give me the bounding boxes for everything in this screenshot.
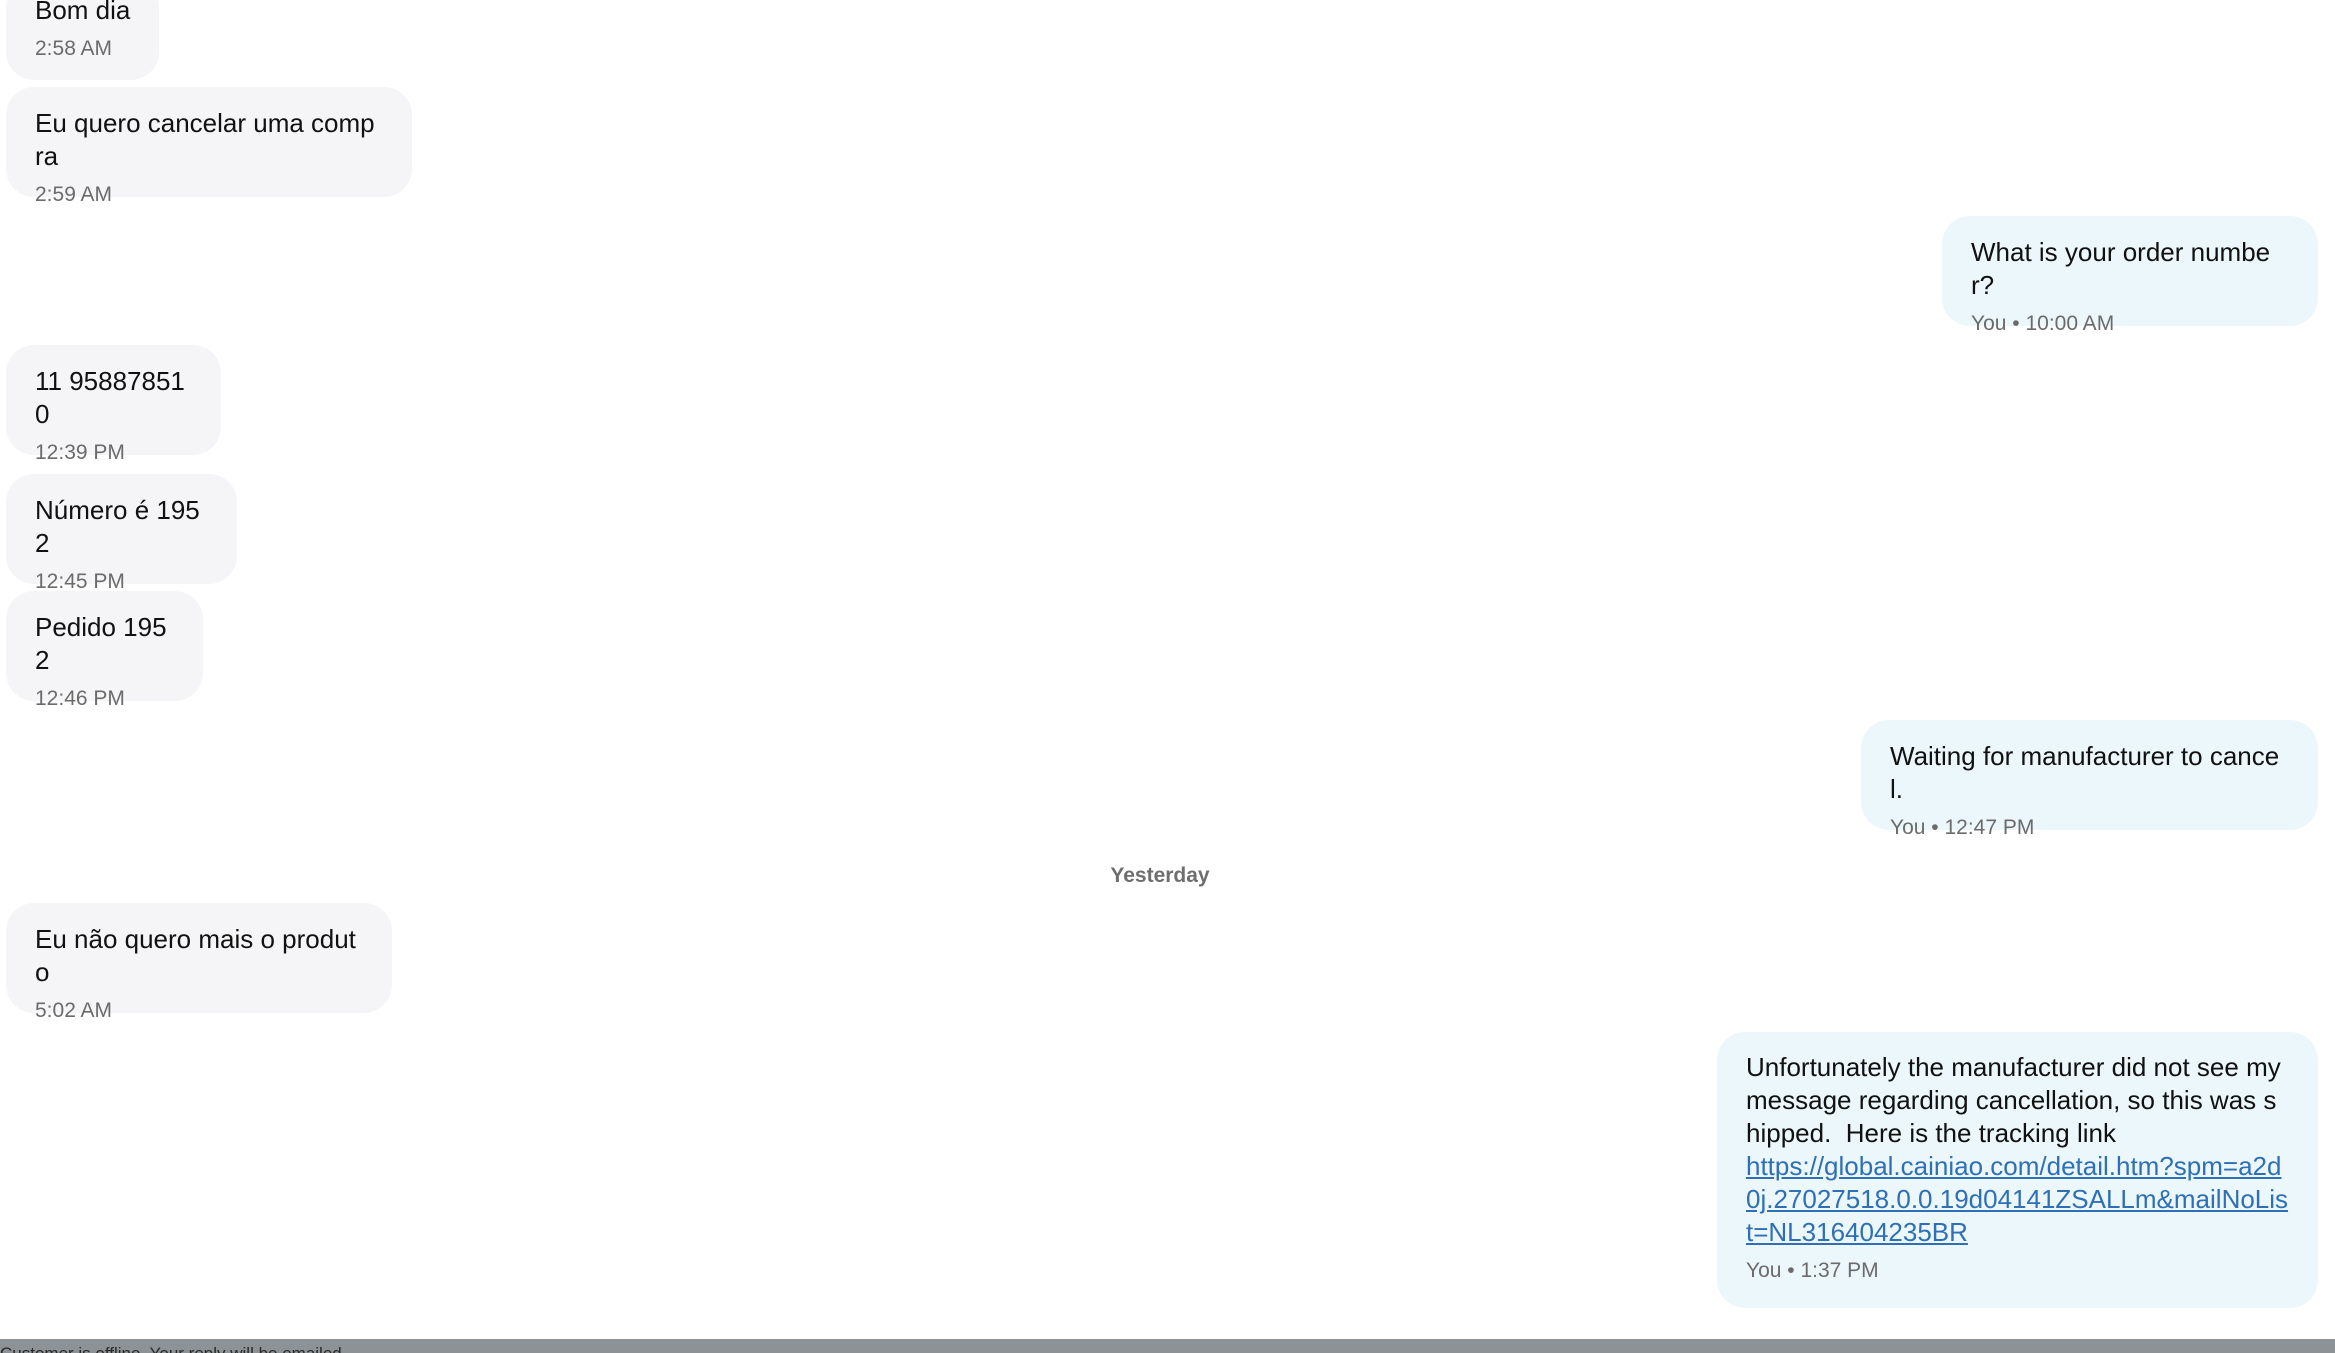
message-text: What is your order number?: [1971, 237, 2271, 300]
message-sender-timestamp: You • 12:47 PM: [1890, 816, 2035, 839]
message-text: Eu quero cancelar uma compra: [35, 108, 375, 171]
message-text: Unfortunately the manufacturer did not s…: [1746, 1052, 2288, 1148]
incoming-message: Pedido 1952 12:46 PM: [6, 591, 203, 710]
outgoing-message: Unfortunately the manufacturer did not s…: [1717, 1032, 2318, 1308]
message-text: Bom dia: [35, 0, 131, 25]
message-sender-timestamp: You • 1:37 PM: [1746, 1259, 1879, 1282]
message-timestamp: 5:02 AM: [35, 999, 113, 1022]
tracking-link[interactable]: https://global.cainiao.com/detail.htm?sp…: [1746, 1150, 2289, 1249]
chat-thread: Bom dia 2:58 AM Eu quero cancelar uma co…: [0, 0, 2335, 1353]
message-timestamp: 2:59 AM: [35, 183, 113, 206]
message-timestamp: 2:58 AM: [35, 37, 113, 60]
message-text: Pedido 1952: [35, 612, 167, 675]
incoming-message: Bom dia 2:58 AM: [6, 0, 160, 80]
incoming-message: 11 958878510 12:39 PM: [6, 345, 221, 464]
incoming-message: Número é 1952 12:45 PM: [6, 474, 237, 593]
outgoing-message: What is your order number? You • 10:00 A…: [1942, 216, 2318, 335]
status-text: Customer is offline. Your reply will be …: [0, 1344, 346, 1353]
message-text: Eu não quero mais o produto: [35, 924, 356, 987]
message-timestamp: 12:46 PM: [35, 687, 125, 710]
message-text: Waiting for manufacturer to cancel.: [1890, 741, 2280, 804]
message-text: Número é 1952: [35, 495, 200, 558]
outgoing-message: Waiting for manufacturer to cancel. You …: [1861, 720, 2318, 839]
message-timestamp: 12:39 PM: [35, 441, 125, 464]
incoming-message: Eu quero cancelar uma compra 2:59 AM: [6, 87, 412, 206]
message-sender-timestamp: You • 10:00 AM: [1971, 312, 2115, 335]
message-text: 11 958878510: [35, 366, 185, 429]
date-divider: Yesterday: [1110, 864, 1210, 887]
status-bar: Customer is offline. Your reply will be …: [0, 1339, 2335, 1353]
incoming-message: Eu não quero mais o produto 5:02 AM: [6, 903, 392, 1022]
